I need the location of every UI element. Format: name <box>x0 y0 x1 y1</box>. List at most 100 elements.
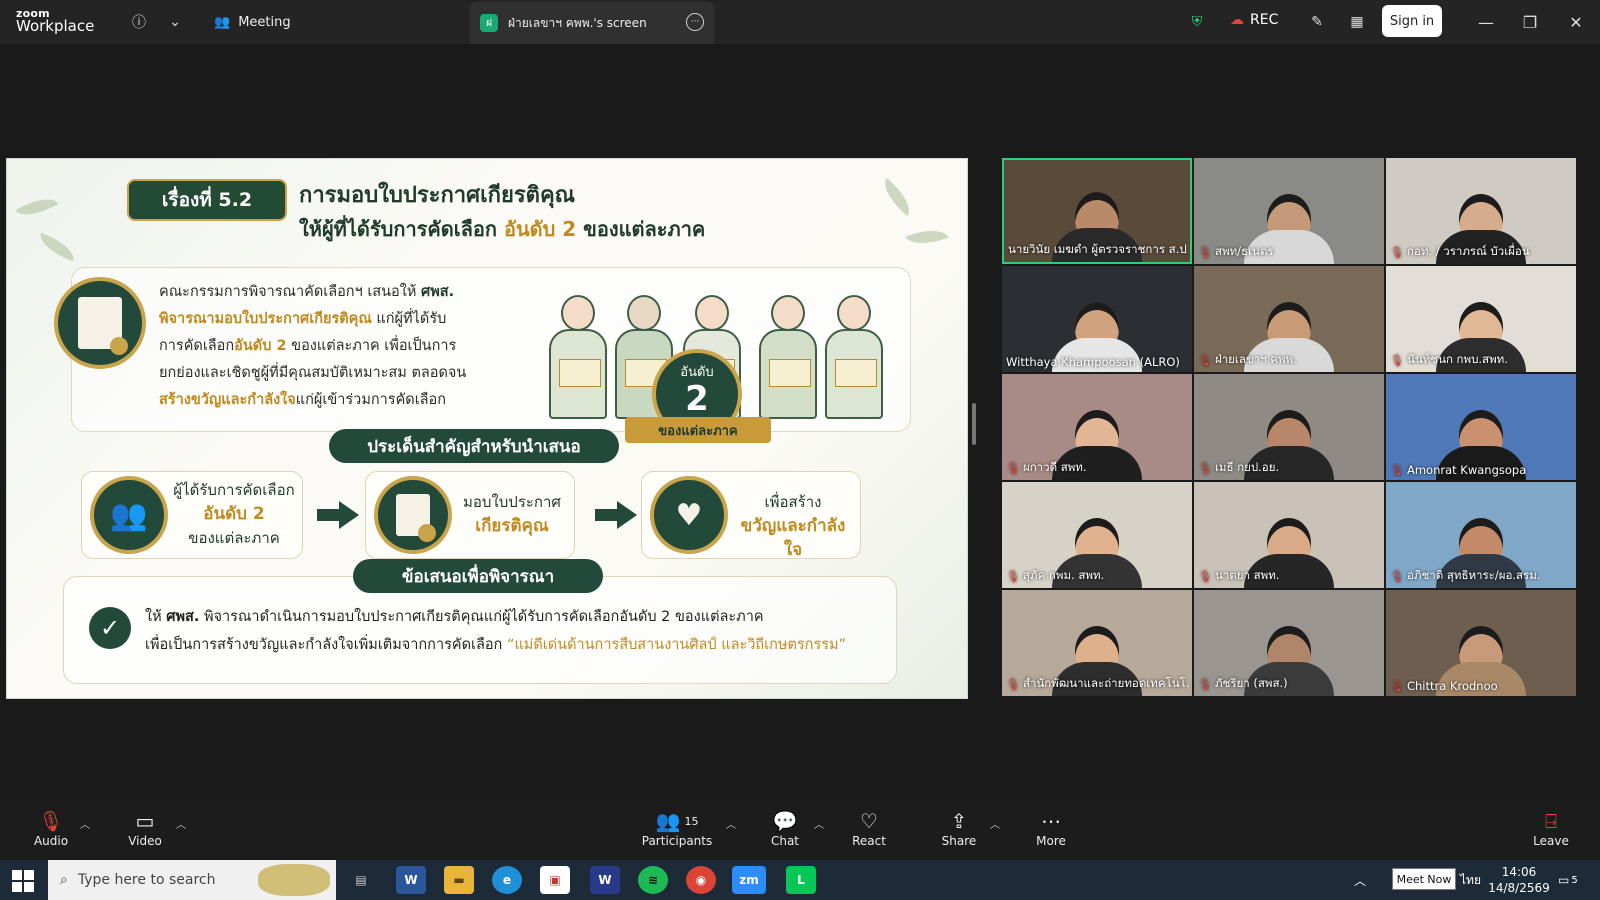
participant-tile[interactable]: 🎙 สพท/ธเนตร <box>1194 158 1384 264</box>
word-icon[interactable]: W <box>396 866 426 894</box>
tab-meeting-label: Meeting <box>238 14 291 30</box>
line-icon[interactable]: L <box>786 866 816 894</box>
mic-off-icon: 🎙 <box>1390 569 1404 583</box>
topic-pill: เรื่องที่ 5.2 <box>127 179 287 221</box>
chevron-down-icon[interactable]: ⌄ <box>164 11 186 33</box>
restore-icon[interactable]: ❐ <box>1518 10 1542 34</box>
minimize-icon[interactable]: — <box>1474 10 1498 34</box>
tab-meeting[interactable]: 👥 Meeting <box>214 8 291 36</box>
subtitle-post: ของแต่ละภาค <box>576 217 706 241</box>
participant-tile[interactable]: Witthaya Khampoosan (ALRO) <box>1002 266 1192 372</box>
task-view-icon[interactable]: ▤ <box>346 866 376 894</box>
more-button[interactable]: ⋯ More <box>1016 808 1086 848</box>
arrow-right-icon <box>595 501 637 529</box>
key-points-title: ประเด็นสำคัญสำหรับนำเสนอ <box>329 429 619 463</box>
share-icon: ⇪ <box>950 809 968 833</box>
participant-label: 🎙 สุภัค กพม. สพท. <box>1006 567 1188 585</box>
chat-button[interactable]: 💬 Chat <box>750 808 820 848</box>
intro-l3-post: ของแต่ละภาค เพื่อเป็นการ <box>286 338 457 354</box>
participant-tile[interactable]: 🎙 อภิชาติ สุทธิหาระ/ผอ.สรม. <box>1386 482 1576 588</box>
file-explorer-icon[interactable]: ▬ <box>444 866 474 894</box>
participant-name: สำนักพัฒนาและถ่ายทอดเทคโนโ... <box>1022 676 1188 690</box>
card1-l2: อันดับ 2 <box>203 504 265 524</box>
mic-off-icon: 🎙 <box>1198 677 1212 691</box>
leave-button[interactable]: ⍈ Leave <box>1516 808 1586 848</box>
participant-label: 🎙 ฝ่ายเลขาฯ คพพ. <box>1198 351 1380 369</box>
record-button[interactable]: ☁ REC <box>1230 12 1278 28</box>
participants-caret-icon[interactable]: ︿ <box>726 816 736 831</box>
participant-tile[interactable]: 🎙 เมธี กยป.อย. <box>1194 374 1384 480</box>
share-caret-icon[interactable]: ︿ <box>990 816 1000 831</box>
participant-label: 🎙 นาตยา สพท. <box>1198 567 1380 585</box>
zoom-taskbar-icon[interactable]: zm <box>732 866 766 894</box>
chrome-icon[interactable]: ◉ <box>686 866 716 894</box>
participant-label: 🎙 อภิชาติ สุทธิหาระ/ผอ.สรม. <box>1390 567 1572 585</box>
chat-caret-icon[interactable]: ︿ <box>814 816 824 831</box>
spotify-icon[interactable]: ≋ <box>638 866 668 894</box>
taskbar-search[interactable]: ⌕ Type here to search <box>48 860 336 900</box>
resize-handle[interactable] <box>972 403 976 445</box>
participant-label: 🎙 Chittra Krodnoo <box>1390 679 1572 693</box>
title-bar: zoom Workplace ⓘ ⌄ 👥 Meeting ฝ ฝ่ายเลขาฯ… <box>0 0 1600 44</box>
participant-tile[interactable]: 🎙 ภัชริยา (สพส.) <box>1194 590 1384 696</box>
medal-number: 2 <box>685 379 709 419</box>
audio-label: Audio <box>33 834 69 848</box>
mic-off-icon: 🎙 <box>1198 245 1212 259</box>
more-options-icon[interactable]: ··· <box>686 13 704 31</box>
arrow-right-icon <box>317 501 359 529</box>
clock[interactable]: 14:06 14/8/2569 <box>1488 860 1550 900</box>
video-button[interactable]: ▭ Video <box>110 808 180 848</box>
tray-chevron-icon[interactable]: ︿ <box>1354 860 1366 900</box>
share-button[interactable]: ⇪ Share <box>924 808 994 848</box>
tab-shared-screen[interactable]: ฝ ฝ่ายเลขาฯ คพพ.'s screen ··· <box>470 2 714 44</box>
webex-icon[interactable]: W <box>590 866 620 894</box>
close-icon[interactable]: ✕ <box>1564 10 1588 34</box>
document-app-icon[interactable]: ▣ <box>540 866 570 894</box>
proposal-l1: พิจารณาดำเนินการมอบใบประกาศเกียรติคุณแก่… <box>199 609 764 625</box>
participant-name: นันท์ชนก กพบ.สพท. <box>1406 352 1508 366</box>
people-icon: 👥 <box>214 14 231 30</box>
video-caret-icon[interactable]: ︿ <box>176 816 186 831</box>
notifications-icon[interactable]: ▭ 5 <box>1558 860 1578 900</box>
proposal-l1-pre: ให้ <box>145 609 167 625</box>
language-indicator[interactable]: ไทย <box>1460 860 1481 900</box>
search-highlight-image <box>258 864 330 896</box>
participants-button[interactable]: 👥 15 Participants <box>641 808 713 848</box>
annotate-icon[interactable]: ✎ <box>1306 11 1328 33</box>
audio-caret-icon[interactable]: ︿ <box>80 816 90 831</box>
participant-tile[interactable]: 🎙 ฝ่ายเลขาฯ คพพ. <box>1194 266 1384 372</box>
logo-bottom-text: Workplace <box>16 17 95 35</box>
participant-name: สพท/ธเนตร <box>1214 244 1274 258</box>
participant-name: อภิชาติ สุทธิหาระ/ผอ.สรม. <box>1406 568 1541 582</box>
card-certificate: มอบใบประกาศ เกียรติคุณ <box>365 471 575 559</box>
participant-tile[interactable]: 🎙 นันท์ชนก กพบ.สพท. <box>1386 266 1576 372</box>
chat-icon: 💬 <box>772 809 798 833</box>
video-label: Video <box>128 834 162 848</box>
shield-icon[interactable]: ⛨ <box>1186 11 1208 33</box>
info-icon[interactable]: ⓘ <box>128 11 150 33</box>
participant-gallery: นายวินัย เมฆดำ ผู้ตรวจราชการ ส.ป. 🎙 สพท/ธเ… <box>1002 158 1580 699</box>
participant-tile[interactable]: 🎙 สุภัค กพม. สพท. <box>1002 482 1192 588</box>
search-icon: ⌕ <box>60 872 68 888</box>
participant-tile[interactable]: นายวินัย เมฆดำ ผู้ตรวจราชการ ส.ป. <box>1002 158 1192 264</box>
participant-name: ฝ่ายเลขาฯ คพพ. <box>1214 352 1297 366</box>
card1-l1: ผู้ได้รับการคัดเลือก <box>173 481 295 499</box>
layout-icon[interactable]: ▦ <box>1346 11 1368 33</box>
participant-tile[interactable]: 🎙 นาตยา สพท. <box>1194 482 1384 588</box>
participant-name: ผกาวดี สพท. <box>1022 460 1087 474</box>
audio-button[interactable]: 🎙 Audio <box>16 808 86 848</box>
intro-l2: แก่ผู้ที่ได้รับ <box>371 311 447 327</box>
participant-tile[interactable]: 🎙 Amonrat Kwangsopa <box>1386 374 1576 480</box>
card3-l1: เพื่อสร้าง <box>764 493 822 511</box>
participant-tile[interactable]: 🎙 Chittra Krodnoo <box>1386 590 1576 696</box>
react-button[interactable]: ♡ React <box>834 808 904 848</box>
signin-button[interactable]: Sign in <box>1382 5 1442 37</box>
edge-icon[interactable]: e <box>492 866 522 894</box>
participant-tile[interactable]: 🎙 กอท. / วราภรณ์ บัวเผื่อน <box>1386 158 1576 264</box>
windows-start-icon[interactable] <box>12 870 34 892</box>
search-placeholder: Type here to search <box>77 872 216 888</box>
participant-tile[interactable]: 🎙 สำนักพัฒนาและถ่ายทอดเทคโนโ... <box>1002 590 1192 696</box>
intro-l5: แก่ผู้เข้าร่วมการคัดเลือก <box>295 392 447 408</box>
participant-tile[interactable]: 🎙 ผกาวดี สพท. <box>1002 374 1192 480</box>
leaf-decoration <box>876 178 918 216</box>
